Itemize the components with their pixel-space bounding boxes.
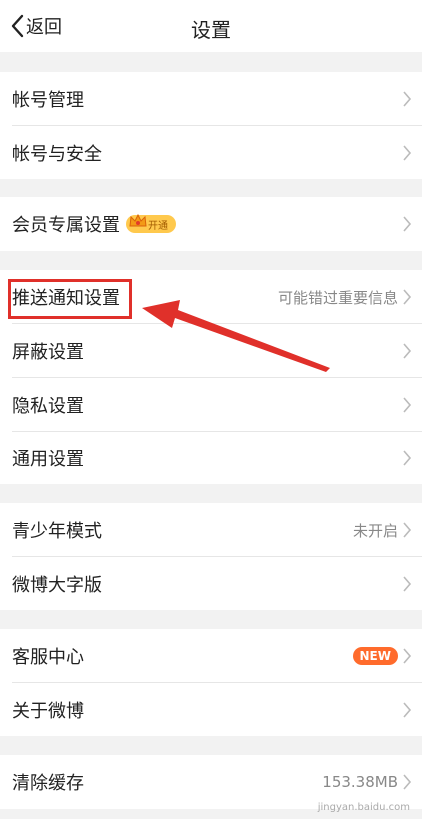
chevron-right-icon [403,216,412,232]
chevron-right-icon [403,91,412,107]
chevron-right-icon [403,774,412,790]
page-title: 设置 [191,18,231,42]
chevron-right-icon [403,522,412,538]
new-badge: NEW [352,647,398,665]
row-label: 会员专属设置 [12,215,120,236]
row-label: 清除缓存 [12,773,84,794]
settings-row-block[interactable]: 屏蔽设置 [0,324,422,378]
settings-row-privacy[interactable]: 隐私设置 [0,378,422,432]
row-value: 未开启 [352,521,398,540]
chevron-right-icon [403,343,412,359]
chevron-right-icon [403,575,412,592]
vip-open-badge[interactable]: 开通 [126,213,176,233]
row-label: 帐号管理 [12,90,84,111]
settings-row-account-security[interactable]: 帐号与安全 [0,126,422,179]
chevron-right-icon [403,144,412,161]
row-label: 隐私设置 [12,396,84,417]
chevron-right-icon [403,289,412,305]
settings-row-vip[interactable]: 会员专属设置 开通 [0,197,422,251]
settings-row-about[interactable]: 关于微博 [0,683,422,736]
row-label: 屏蔽设置 [12,342,84,363]
row-label: 青少年模式 [12,521,102,542]
chevron-right-icon [403,648,412,664]
chevron-right-icon [403,701,412,718]
row-value: 153.38MB [322,773,398,791]
row-label: 微博大字版 [12,574,102,596]
chevron-right-icon [403,450,412,466]
settings-row-account-manage[interactable]: 帐号管理 [0,72,422,126]
settings-row-teen-mode[interactable]: 青少年模式 未开启 [0,503,422,557]
chevron-right-icon [403,397,412,413]
nav-header: 返回 设置 [0,0,422,52]
row-label: 通用设置 [12,449,84,470]
row-label: 关于微博 [12,700,84,722]
settings-row-large-font[interactable]: 微博大字版 [0,557,422,610]
row-value: 可能错过重要信息 [277,288,398,307]
settings-row-general[interactable]: 通用设置 [0,432,422,484]
watermark: jingyan.baidu.com [317,802,410,813]
row-label: 帐号与安全 [12,143,102,165]
row-label: 客服中心 [12,647,84,668]
settings-row-push-notification[interactable]: 推送通知设置 可能错过重要信息 [0,270,422,324]
settings-row-customer-service[interactable]: 客服中心 NEW [0,629,422,683]
crown-icon [129,213,147,227]
row-label: 推送通知设置 [12,288,120,309]
settings-row-clear-cache[interactable]: 清除缓存 153.38MB [0,755,422,809]
vip-badge-label: 开通 [148,220,168,232]
